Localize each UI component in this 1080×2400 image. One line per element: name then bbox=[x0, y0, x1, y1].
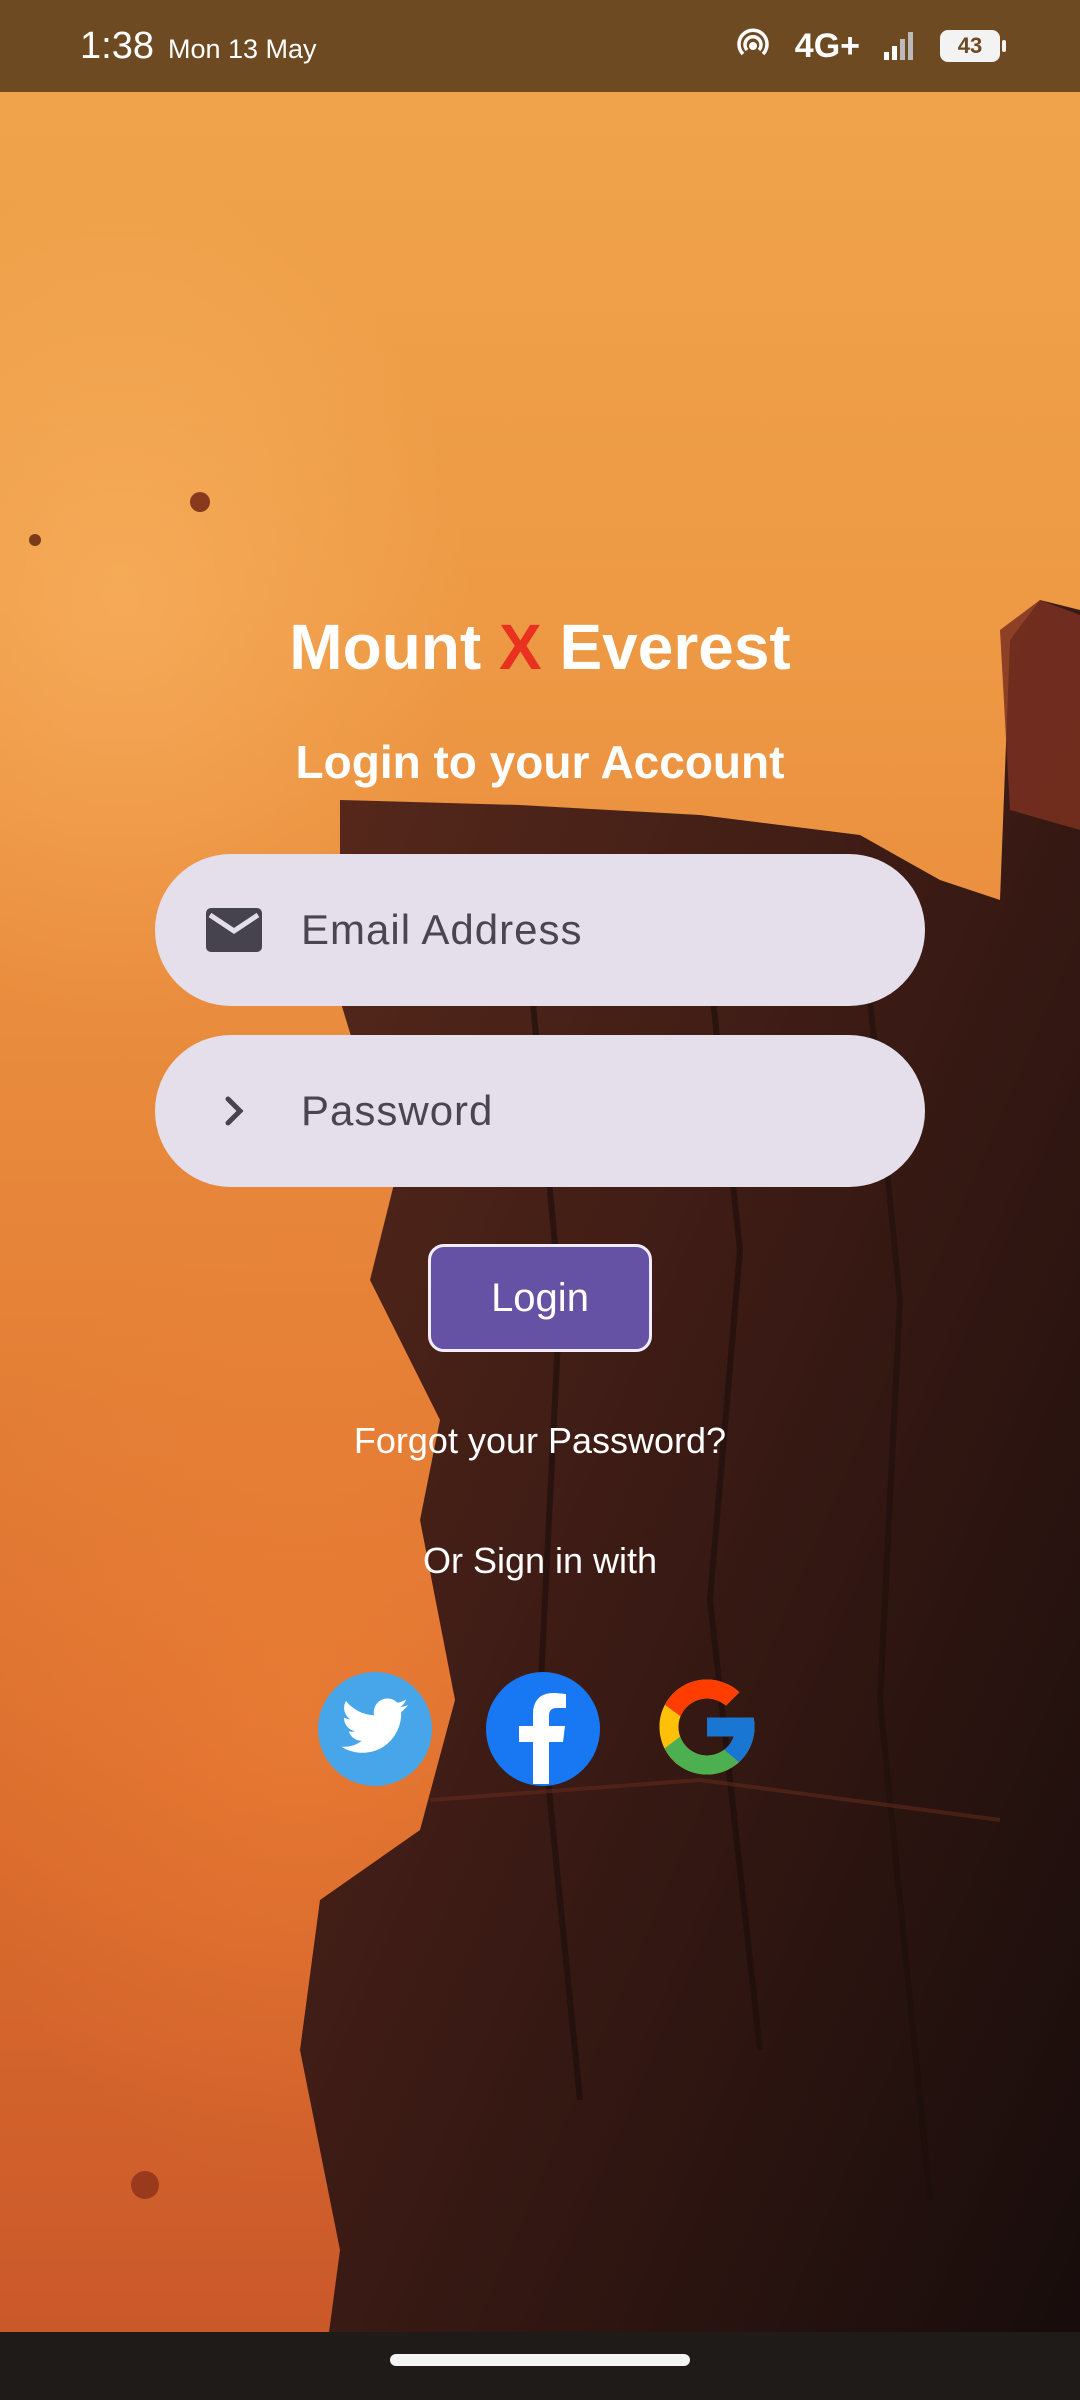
network-type: 4G+ bbox=[794, 26, 860, 65]
signal-icon bbox=[882, 26, 918, 67]
navigation-bar bbox=[0, 2332, 1080, 2400]
app-title-x: X bbox=[498, 611, 542, 683]
twitter-button[interactable] bbox=[318, 1672, 432, 1786]
forgot-password-link[interactable]: Forgot your Password? bbox=[0, 1420, 1080, 1462]
home-gesture-handle[interactable] bbox=[390, 2354, 690, 2366]
facebook-icon bbox=[486, 1670, 600, 1789]
hotspot-icon bbox=[733, 24, 773, 69]
twitter-icon bbox=[340, 1697, 410, 1762]
password-input[interactable] bbox=[301, 1087, 861, 1135]
social-signin-heading: Or Sign in with bbox=[422, 1540, 658, 1581]
mail-icon bbox=[191, 907, 277, 953]
login-button[interactable]: Login bbox=[428, 1244, 652, 1352]
status-bar: 1:38 Mon 13 May 4G+ 43 bbox=[0, 0, 1080, 92]
facebook-button[interactable] bbox=[486, 1672, 600, 1786]
chevron-right-icon bbox=[191, 1091, 277, 1131]
google-button[interactable] bbox=[650, 1672, 764, 1786]
cliff-background-image bbox=[29, 492, 1080, 2400]
battery-icon: 43 bbox=[940, 30, 1006, 62]
status-icons: 4G+ 43 bbox=[733, 24, 1006, 69]
email-field[interactable] bbox=[155, 854, 925, 1006]
app-title-part1: Mount bbox=[289, 611, 499, 683]
login-screen: 1:38 Mon 13 May 4G+ 43 Mount X Everest L… bbox=[0, 0, 1080, 2400]
login-subtitle: Login to your Account bbox=[295, 736, 785, 788]
password-field[interactable] bbox=[155, 1035, 925, 1187]
email-input[interactable] bbox=[301, 906, 861, 954]
google-icon bbox=[650, 1670, 764, 1789]
app-title-part2: Everest bbox=[541, 611, 791, 683]
status-date: Mon 13 May bbox=[167, 33, 317, 64]
status-time: 1:38 bbox=[80, 24, 154, 67]
app-title: Mount X Everest bbox=[0, 610, 1080, 684]
